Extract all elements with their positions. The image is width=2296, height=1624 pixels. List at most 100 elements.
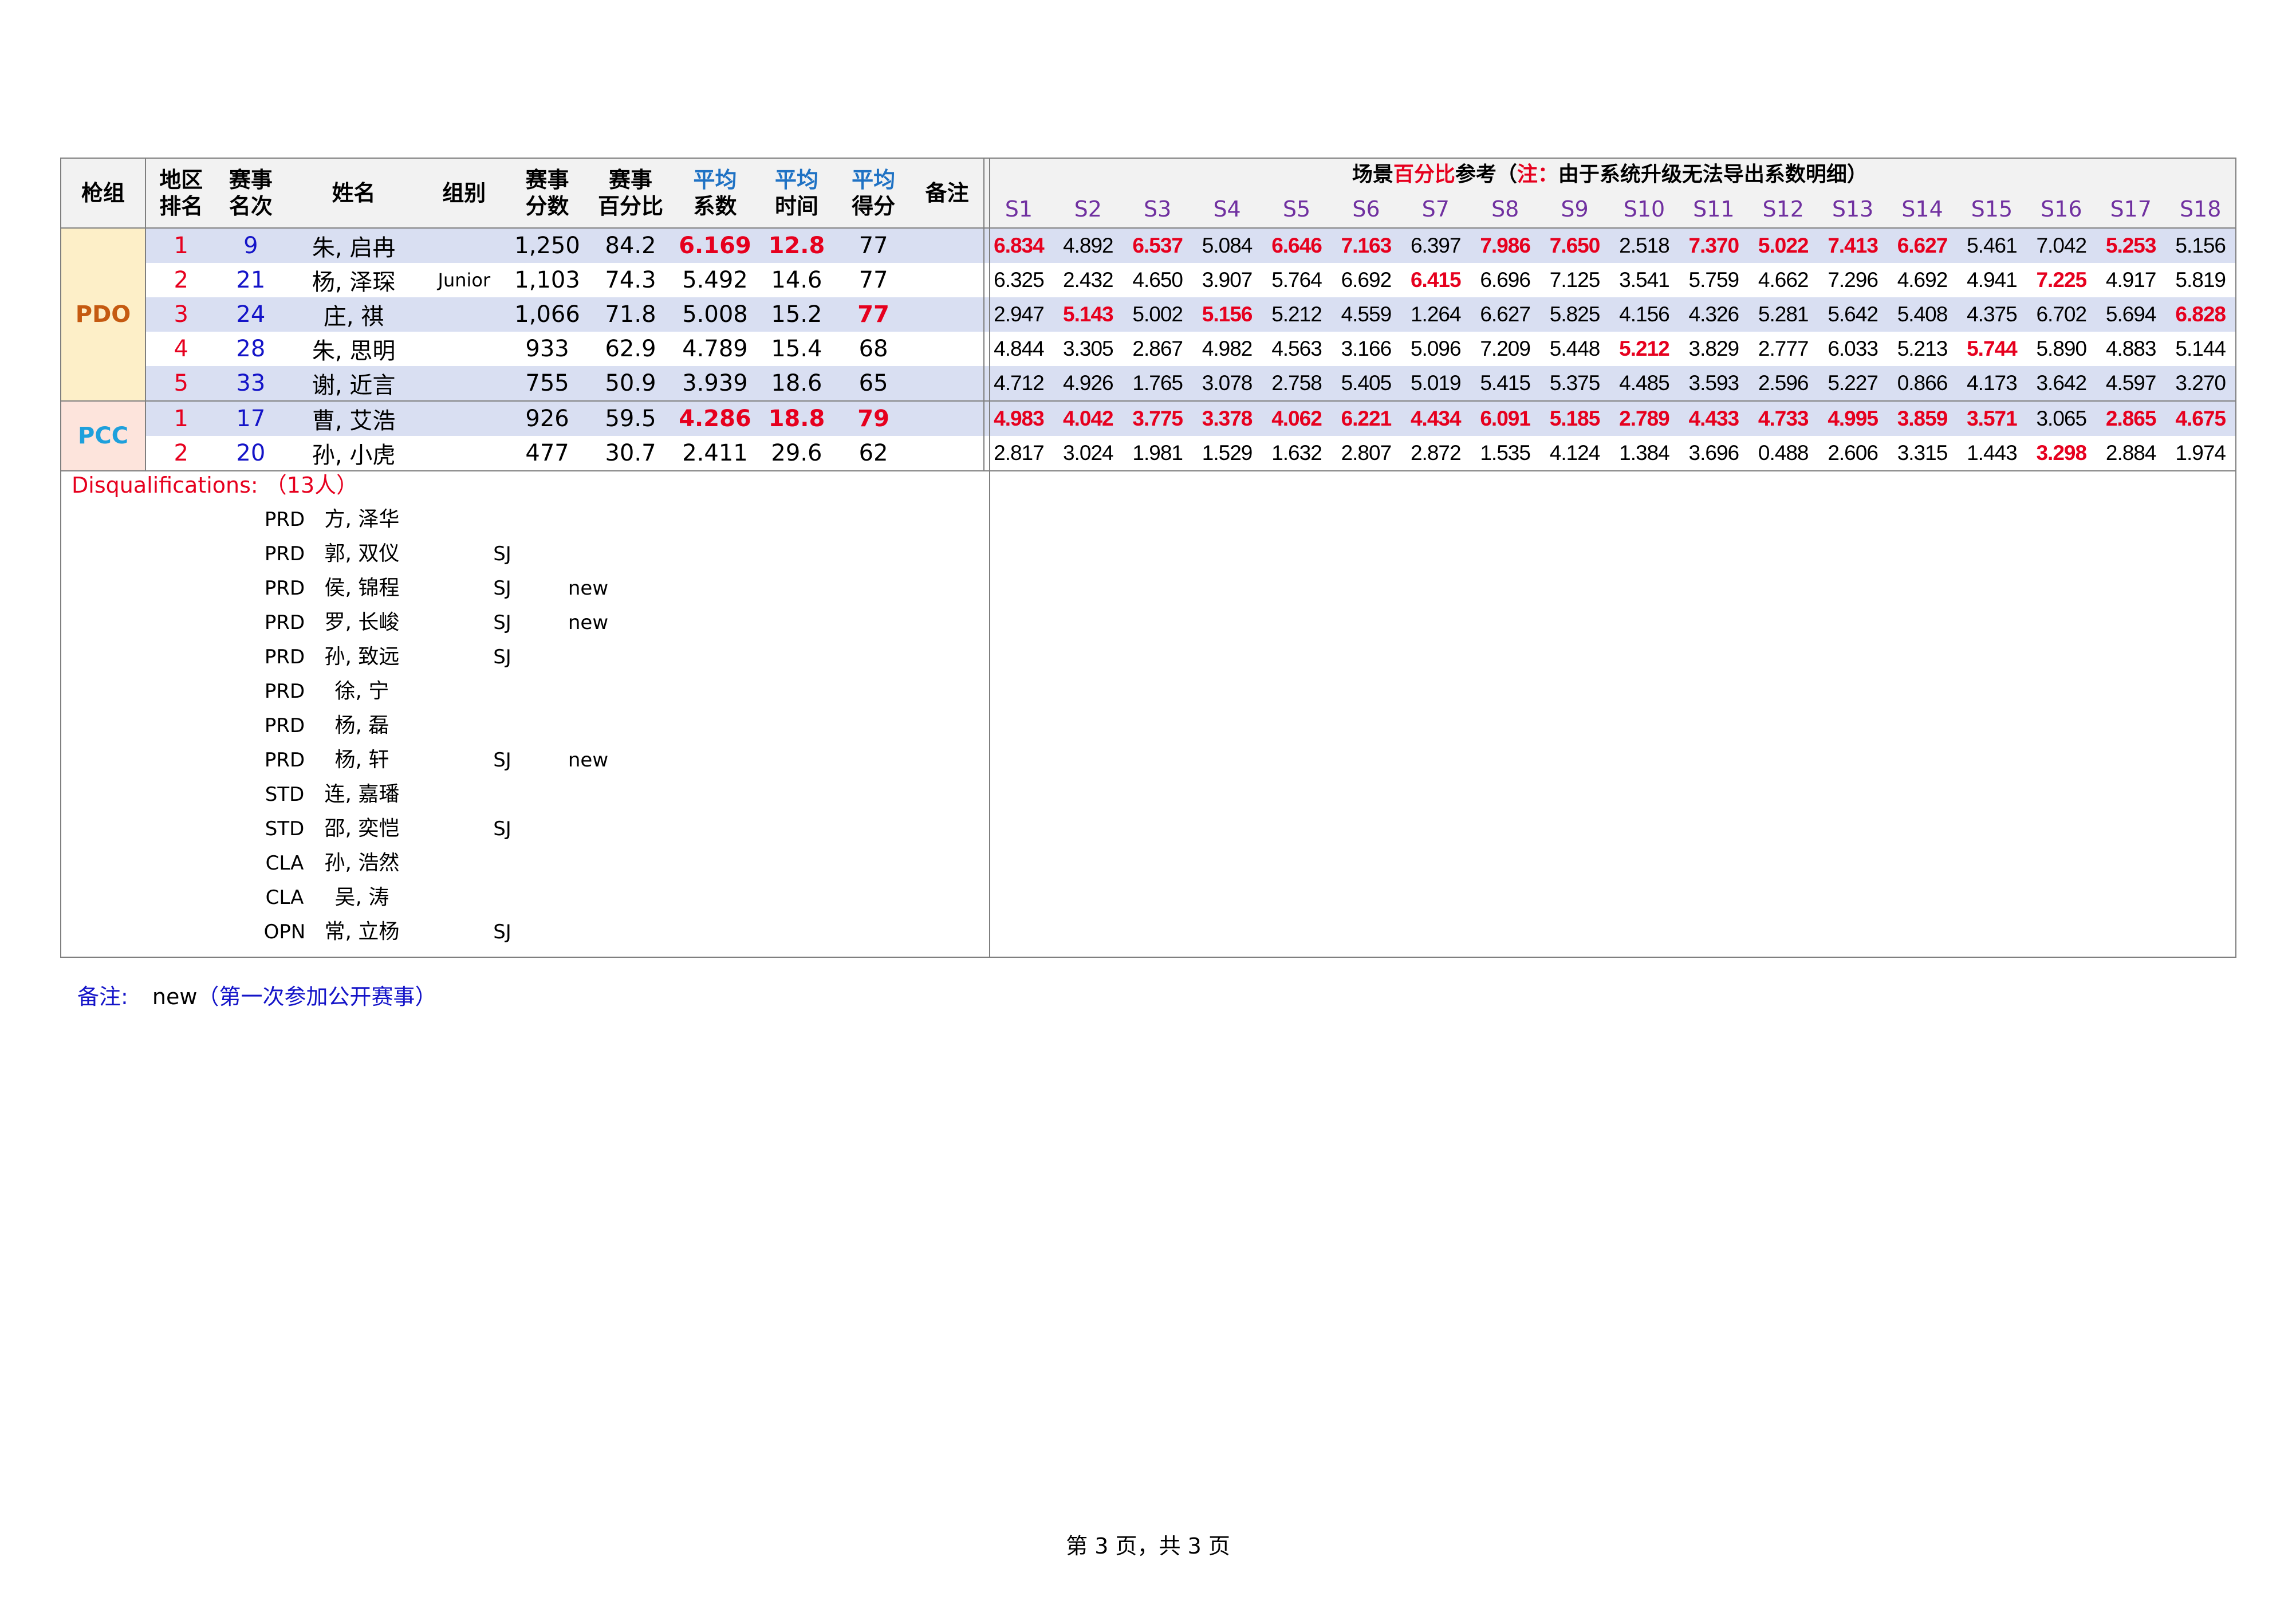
- stage-percent-s7: 6.397: [1401, 227, 1471, 263]
- avg-time: 15.2: [757, 297, 836, 332]
- avg-hitfactor: 2.411: [672, 436, 758, 471]
- avg-time: 29.6: [757, 436, 836, 471]
- stage-percent-s6: 4.559: [1331, 297, 1401, 332]
- match-percent: 84.2: [588, 227, 673, 263]
- remark: [911, 297, 984, 332]
- region-rank: 4: [145, 332, 216, 366]
- stage-header-s11: S11: [1679, 191, 1749, 228]
- remark: [911, 227, 984, 263]
- stage-percent-s15: 4.941: [1967, 268, 2018, 292]
- stage-header-s14: S14: [1887, 191, 1958, 228]
- stage-percent-s13: 7.413: [1818, 227, 1888, 263]
- stage-percent-s5: 4.062: [1262, 400, 1332, 436]
- stage-percent-s7: 5.019: [1401, 366, 1471, 401]
- stage-percent-s12: 0.488: [1748, 436, 1818, 471]
- avg-time: 12.8: [757, 227, 836, 263]
- stage-percent-title: 场景百分比参考（注：由于系统升级无法导出系数明细）: [983, 159, 2235, 191]
- stage-percent-s13: 4.995: [1818, 400, 1888, 436]
- category: [422, 366, 506, 401]
- match-score: 755: [506, 366, 589, 401]
- dq-list-item: PRD 方, 泽华: [61, 502, 989, 537]
- avg-hitfactor: 4.286: [672, 400, 758, 436]
- category: [422, 436, 506, 471]
- avg-hitfactor: 6.169: [672, 227, 758, 263]
- results-sheet: 枪组 地区 排名 赛事 名次 姓名 组别 赛事 分数 赛事 百分比 平均 系数 平均 时间 …: [60, 158, 2236, 958]
- remark-note-label: 备注:: [77, 984, 128, 1009]
- stage-percent-s18: 5.819: [2175, 268, 2226, 292]
- dq-category: SJ: [493, 542, 511, 565]
- avg-time: 15.4: [771, 336, 822, 362]
- stage-percent-s11: 3.593: [1679, 366, 1749, 401]
- stage-percent-s18: 1.974: [2165, 436, 2235, 471]
- stage-percent-s17: 2.884: [2096, 436, 2166, 471]
- avg-points: 68: [858, 336, 888, 362]
- category: [422, 332, 506, 366]
- dq-list-item: PRD 罗, 长峻 SJ new: [61, 605, 989, 640]
- dq-list-item: PRD 徐, 宁: [61, 674, 989, 709]
- col-name: 姓名: [285, 159, 422, 228]
- stage-percent-s3: 5.002: [1123, 297, 1192, 332]
- stage-percent-s3: 4.650: [1132, 268, 1183, 292]
- category: [422, 400, 506, 436]
- avg-hitfactor: 5.008: [672, 297, 758, 332]
- dq-list-item: CLA 吴, 涛: [61, 880, 989, 915]
- stage-header-s16: S16: [2026, 191, 2096, 228]
- stage-percent-s14: 5.213: [1897, 337, 1948, 360]
- col-avg-hitfactor: 平均 系数: [672, 159, 758, 228]
- competitor-name: 曹, 艾浩: [285, 400, 422, 436]
- dq-name: 吴, 涛: [334, 886, 389, 909]
- stage-header-s4: S4: [1192, 191, 1262, 228]
- stage-percent-s2: 4.892: [1053, 227, 1123, 263]
- col-remark: 备注: [911, 159, 984, 228]
- stage-header-s18: S18: [2165, 191, 2235, 228]
- match-score: 933: [525, 336, 569, 362]
- remark: [911, 332, 984, 366]
- stage-percent-s11: 3.696: [1679, 436, 1749, 471]
- stage-percent-s4: 4.982: [1202, 337, 1253, 360]
- remark: [911, 263, 984, 297]
- stage-percent-s1: 6.834: [983, 227, 1054, 263]
- match-rank: 20: [216, 436, 286, 471]
- table-row: 3 24 庄, 祺 1,066 71.8 5.008 15.2 77 2.947 5.143 5.0…: [61, 297, 2235, 332]
- stage-percent-s6: 2.807: [1331, 436, 1401, 471]
- stage-percent-s15: 1.443: [1957, 436, 2027, 471]
- stage-percent-s6: 5.405: [1331, 366, 1401, 401]
- stage-percent-s2: 3.024: [1053, 436, 1123, 471]
- category: Junior: [438, 269, 491, 291]
- competitor-name: 孙, 小虎: [285, 436, 422, 471]
- avg-time: 14.6: [771, 267, 822, 293]
- dq-category: SJ: [493, 611, 511, 634]
- stage-percent-s4: 3.378: [1192, 400, 1262, 436]
- stage-header-s7: S7: [1401, 191, 1471, 228]
- stage-percent-s17: 2.865: [2096, 400, 2166, 436]
- stage-percent-s10: 4.485: [1609, 366, 1679, 401]
- stage-percent-s13: 7.296: [1828, 268, 1878, 292]
- stage-percent-s16: 3.642: [2026, 366, 2096, 401]
- match-percent: 50.9: [588, 366, 673, 401]
- avg-time: 18.8: [757, 400, 836, 436]
- stage-percent-s12: 4.733: [1748, 400, 1818, 436]
- avg-points: 77: [858, 267, 888, 293]
- dq-list-item: OPN 常, 立杨 SJ: [61, 915, 989, 949]
- match-score: 1,066: [506, 297, 589, 332]
- stage-percent-s13: 5.227: [1818, 366, 1888, 401]
- match-percent: 59.5: [588, 400, 673, 436]
- table-row: PDO 1 9 朱, 启冉 1,250 84.2 6.169 12.8 77 6.834 4.892…: [61, 227, 2235, 401]
- stage-percent-s5: 6.646: [1262, 227, 1332, 263]
- dq-name: 常, 立杨: [324, 920, 400, 943]
- stage-percent-s8: 6.091: [1470, 400, 1540, 436]
- match-rank: 33: [216, 366, 286, 401]
- stage-percent-s1: 6.325: [994, 268, 1045, 292]
- stage-percent-s15: 5.744: [1967, 337, 2018, 360]
- stage-header-s3: S3: [1123, 191, 1192, 228]
- stage-percent-s2: 3.305: [1063, 337, 1114, 360]
- remark-note: 备注: new（第一次参加公开赛事）: [77, 980, 436, 1014]
- avg-points: 79: [836, 400, 911, 436]
- stage-percent-s14: 4.692: [1897, 268, 1948, 292]
- stage-percent-s4: 5.084: [1192, 227, 1262, 263]
- stage-percent-s6: 7.163: [1331, 227, 1401, 263]
- dq-list-item: PRD 孙, 致远 SJ: [61, 640, 989, 674]
- dq-category: SJ: [493, 646, 511, 669]
- stage-header-s2: S2: [1053, 191, 1123, 228]
- stage-percent-s4: 3.907: [1202, 268, 1253, 292]
